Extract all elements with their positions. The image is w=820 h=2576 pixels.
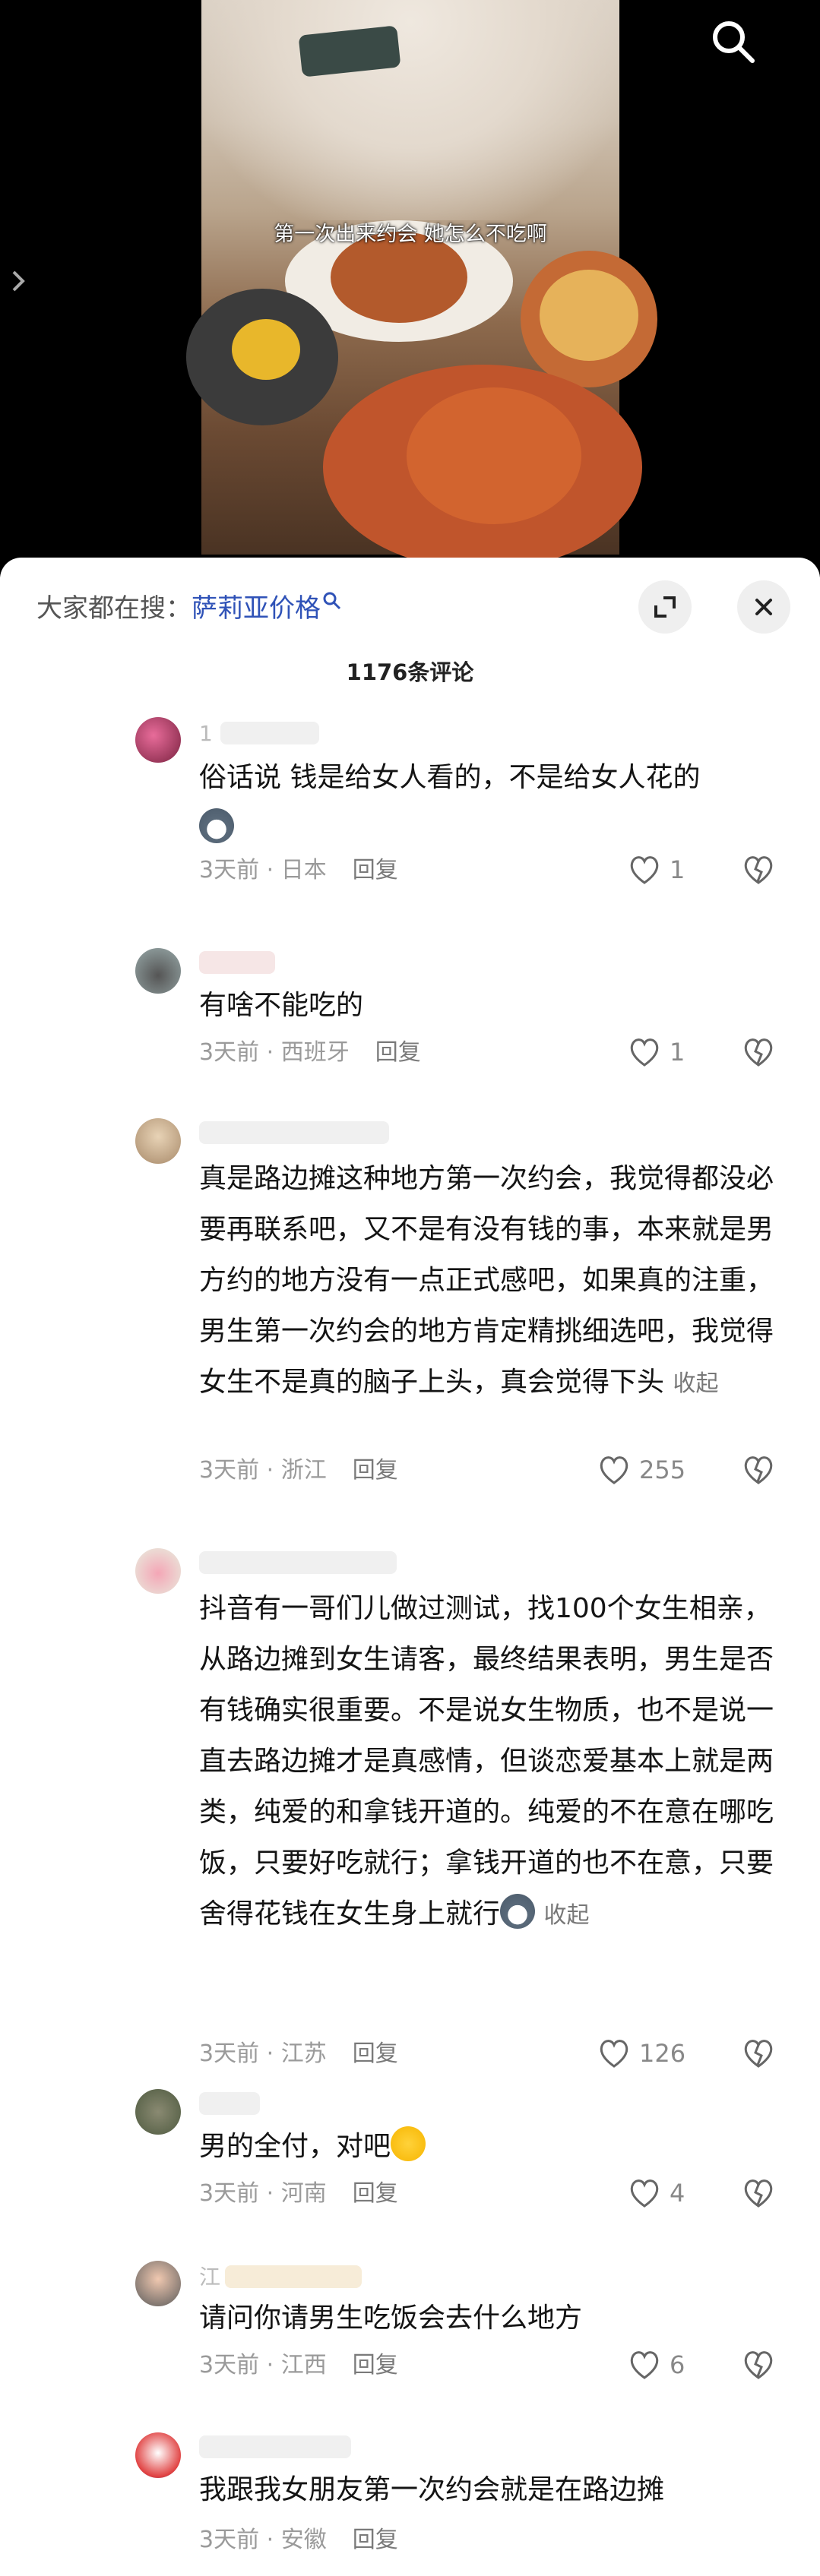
reply-button[interactable]: 回复: [353, 2040, 398, 2067]
comment-time: 3天前 · 江西: [199, 2352, 327, 2378]
reply-button[interactable]: 回复: [353, 2527, 398, 2553]
dog-emoji: [500, 1894, 536, 1929]
comments-panel: 大家都在搜：萨莉亚价格 1176条评论 1 俗话说 钱是给女人看的，不是给女人花…: [0, 558, 820, 2576]
close-button[interactable]: [737, 580, 790, 634]
reply-button[interactable]: 回复: [353, 2180, 398, 2207]
heart-icon: [600, 2040, 628, 2068]
video-player[interactable]: 第一次出来约会 她怎么不吃啊: [0, 0, 820, 577]
comment-time: 3天前 · 西班牙: [199, 1039, 350, 1066]
comment-time: 3天前 · 浙江: [199, 1457, 327, 1484]
username-blurred: [225, 2265, 362, 2288]
username-blurred: [199, 1121, 389, 1144]
comment-time: 3天前 · 江苏: [199, 2040, 327, 2067]
comment-count: 1176条评论: [346, 659, 474, 685]
username-blurred: [199, 1551, 397, 1574]
comment-text: 有啥不能吃的: [199, 990, 364, 1021]
username-blurred: [199, 2092, 260, 2115]
like-count: 1: [670, 855, 685, 884]
reply-button[interactable]: 回复: [353, 2352, 398, 2378]
chevron-right-icon[interactable]: [8, 266, 30, 296]
search-icon[interactable]: [707, 15, 760, 68]
dislike-icon[interactable]: [740, 1035, 777, 1070]
avatar[interactable]: [135, 2261, 181, 2306]
dislike-icon[interactable]: [740, 2176, 777, 2211]
comment-time: 3天前 · 日本: [199, 857, 327, 883]
like-count: 126: [639, 2039, 686, 2068]
heart-icon: [630, 856, 659, 884]
chicken-skewers: [407, 387, 581, 524]
comment-time: 3天前 · 河南: [199, 2180, 327, 2207]
reply-button[interactable]: 回复: [353, 1457, 398, 1484]
comment-text: 男的全付，对吧: [199, 2121, 792, 2172]
heart-icon: [630, 2179, 659, 2208]
comment-meta: 3天前 · 江西 回复: [199, 2350, 398, 2381]
like-count: 255: [639, 1456, 686, 1484]
comment-text: 抖音有一哥们儿做过测试，找100个女生相亲，从路边摊到女生请客，最终结果表明，男…: [199, 1593, 774, 1930]
avatar[interactable]: [135, 717, 181, 763]
search-icon: [323, 592, 341, 610]
avatar[interactable]: [135, 948, 181, 994]
comment-meta: 3天前 · 西班牙 回复: [199, 1038, 421, 1068]
like-count: 4: [670, 2179, 685, 2208]
comment-meta: 3天前 · 浙江 回复: [199, 1456, 398, 1486]
dog-emoji: [199, 808, 234, 843]
avatar[interactable]: [135, 2089, 181, 2135]
reply-button[interactable]: 回复: [353, 857, 398, 883]
wink-emoji: [391, 2126, 426, 2161]
avatar[interactable]: [135, 1118, 181, 1164]
search-keyword[interactable]: 萨莉亚价格: [192, 593, 321, 624]
expand-icon: [654, 596, 676, 618]
comment-text: 我跟我女朋友第一次约会就是在路边摊: [199, 2474, 665, 2505]
username-blurred: [199, 2435, 351, 2458]
dislike-icon[interactable]: [740, 852, 777, 887]
username[interactable]: 江: [199, 2264, 220, 2291]
heart-icon: [600, 1456, 628, 1484]
collapse-link[interactable]: 收起: [673, 1370, 718, 1397]
video-frame: [186, 0, 657, 570]
comment-meta: 3天前 · 安徽 回复: [199, 2525, 398, 2555]
dislike-icon[interactable]: [740, 1452, 777, 1487]
search-prefix: 大家都在搜：: [36, 593, 192, 624]
comment-meta: 3天前 · 河南 回复: [199, 2179, 398, 2209]
comment-text: 请问你请男生吃饭会去什么地方: [199, 2303, 583, 2334]
comment-text: 真是路边摊这种地方第一次约会，我觉得都没必要再联系吧，又不是有没有钱的事，本来就…: [199, 1163, 774, 1398]
video-caption: 第一次出来约会 她怎么不吃啊: [274, 223, 547, 246]
corn-food: [232, 319, 300, 380]
avatar[interactable]: [135, 2432, 181, 2478]
heart-icon: [630, 1038, 659, 1067]
avatar[interactable]: [135, 1548, 181, 1594]
username-blurred: [199, 951, 275, 974]
reply-button[interactable]: 回复: [375, 1039, 421, 1066]
close-icon: [755, 599, 772, 615]
expand-button[interactable]: [638, 580, 692, 634]
dislike-icon[interactable]: [740, 2347, 777, 2382]
comment-meta: 3天前 · 日本 回复: [199, 855, 398, 886]
like-count: 1: [670, 1038, 685, 1067]
username-blurred: [220, 722, 319, 744]
person-figure: [201, 0, 619, 220]
collapse-link[interactable]: 收起: [543, 1902, 589, 1929]
comment-meta: 3天前 · 江苏 回复: [199, 2039, 398, 2069]
comment-text: 俗话说 钱是给女人看的，不是给女人花的: [199, 752, 792, 854]
dislike-icon[interactable]: [740, 2036, 777, 2071]
food-dish: [540, 270, 638, 361]
comment-time: 3天前 · 安徽: [199, 2527, 327, 2553]
search-suggestion[interactable]: 大家都在搜：萨莉亚价格: [36, 589, 342, 627]
username[interactable]: 1: [199, 720, 213, 748]
heart-icon: [630, 2351, 659, 2379]
like-count: 6: [670, 2350, 685, 2379]
